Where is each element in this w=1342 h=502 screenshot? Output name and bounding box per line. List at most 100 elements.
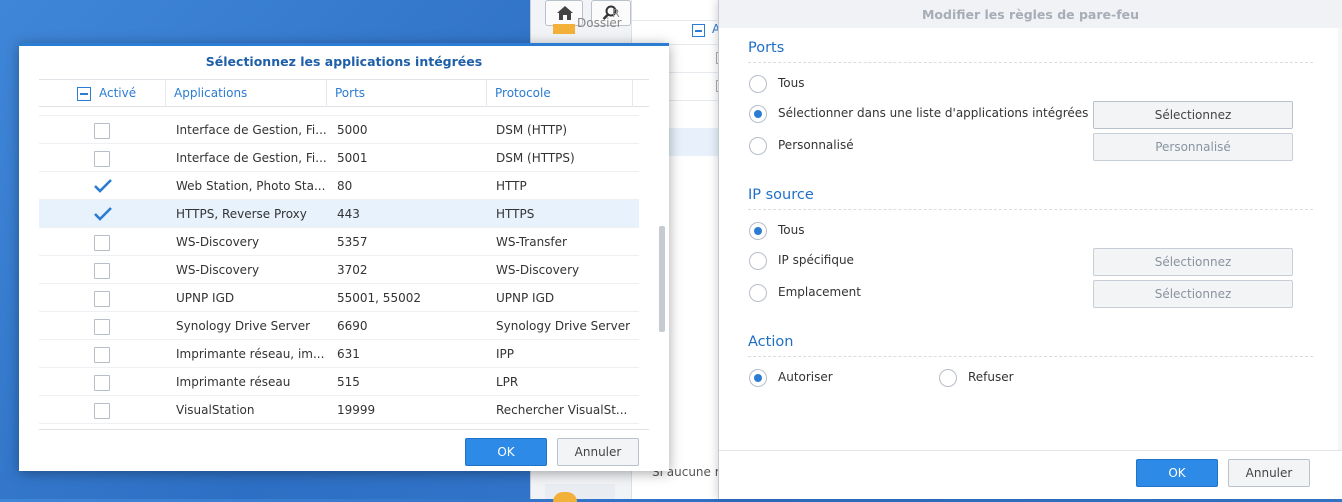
checkbox-checked[interactable]: [94, 179, 112, 195]
dialog-title: Modifier les règles de pare-feu: [921, 7, 1140, 22]
ok-button[interactable]: OK: [1136, 459, 1218, 487]
checkbox[interactable]: [94, 403, 110, 419]
cell-application: WS-Discovery: [176, 263, 260, 277]
cell-protocol: WS-Discovery: [496, 263, 580, 277]
select-all-checkbox[interactable]: [692, 24, 705, 37]
select-location-button[interactable]: Sélectionnez: [1093, 280, 1293, 308]
cell-ports: 55001, 55002: [337, 291, 421, 305]
table-row[interactable]: Imprimante réseau 515 LPR: [39, 368, 639, 396]
cell-protocol: HTTP: [496, 179, 527, 193]
radio-label: Autoriser: [778, 370, 833, 384]
folder-label: Dossier: [577, 16, 622, 30]
column-header-ports[interactable]: Ports: [327, 80, 487, 107]
select-apps-dialog: Sélectionnez les applications intégrées …: [19, 43, 669, 471]
section-divider: [748, 356, 1313, 357]
apps-table: Activé Applications Ports Protocole Inte…: [39, 79, 665, 429]
scrollbar-thumb[interactable]: [659, 226, 665, 332]
table-row[interactable]: Web Station, Photo Sta... 80 HTTP: [39, 172, 639, 200]
select-all-checkbox[interactable]: [77, 87, 91, 101]
cell-protocol: WS-Transfer: [496, 235, 567, 249]
radio-button[interactable]: [749, 75, 767, 93]
column-header-active[interactable]: Activé: [39, 80, 166, 107]
checkmark-icon: [94, 179, 112, 193]
column-header-protocol[interactable]: Protocole: [487, 80, 633, 107]
table-row[interactable]: Interface de Gestion, Fi... 5000 DSM (HTTP…: [39, 116, 639, 144]
checkbox[interactable]: [94, 263, 110, 279]
cell-protocol: IPP: [496, 347, 515, 361]
column-header-applications[interactable]: Applications: [166, 80, 327, 107]
section-divider: [748, 209, 1313, 210]
checkbox[interactable]: [94, 151, 110, 167]
column-header-label: Activé: [99, 86, 137, 100]
section-divider: [748, 62, 1313, 63]
table-row[interactable]: VisualStation 19999 Rechercher VisualSt...: [39, 396, 639, 424]
radio-label: Refuser: [968, 370, 1014, 384]
radio-label: Sélectionner dans une liste d'applicatio…: [778, 106, 1089, 120]
cell-ports: 515: [337, 375, 360, 389]
scrollbar-track[interactable]: [1338, 28, 1342, 450]
table-header: Activé Applications Ports Protocole: [39, 79, 649, 107]
checkmark-icon: [94, 207, 112, 221]
radio-button[interactable]: [939, 369, 957, 387]
radio-button[interactable]: [749, 222, 767, 240]
cell-ports: 631: [337, 347, 360, 361]
radio-label: Personnalisé: [778, 138, 854, 152]
cell-protocol: LPR: [496, 375, 519, 389]
cell-application: WS-Discovery: [176, 235, 260, 249]
cell-protocol: HTTPS: [496, 207, 535, 221]
cell-protocol: DSM (HTTP): [496, 123, 568, 137]
home-icon: [557, 6, 573, 20]
cell-protocol: Rechercher VisualSt...: [496, 403, 628, 417]
radio-label: IP spécifique: [778, 253, 854, 267]
cell-ports: 5357: [337, 235, 368, 249]
radio-label: Tous: [778, 223, 805, 237]
ports-heading: Ports: [748, 40, 785, 56]
ip-source-heading: IP source: [748, 187, 814, 203]
cell-application: UPNP IGD: [176, 291, 235, 305]
cell-ports: 19999: [337, 403, 376, 417]
checkbox[interactable]: [94, 319, 110, 335]
table-row[interactable]: HTTPS, Reverse Proxy 443 HTTPS: [39, 200, 639, 228]
footer-divider: [719, 450, 1342, 451]
checkbox[interactable]: [94, 375, 110, 391]
dialog-title: Sélectionnez les applications intégrées: [205, 54, 483, 69]
select-ip-button[interactable]: Sélectionnez: [1093, 248, 1293, 276]
cell-ports: 80: [337, 179, 353, 193]
table-row[interactable]: Interface de Gestion, Fi... 5001 DSM (HTTP…: [39, 144, 639, 172]
cell-protocol: UPNP IGD: [496, 291, 555, 305]
radio-button[interactable]: [749, 105, 767, 123]
checkbox[interactable]: [94, 123, 110, 139]
cell-protocol: Synology Drive Server: [496, 319, 631, 333]
dialog-titlebar: Modifier les règles de pare-feu: [719, 0, 1342, 28]
cell-application: Interface de Gestion, Fi...: [176, 123, 326, 137]
table-row[interactable]: WS-Discovery 3702 WS-Discovery: [39, 256, 639, 284]
checkbox[interactable]: [94, 347, 110, 363]
table-row[interactable]: UPNP IGD 55001, 55002 UPNP IGD: [39, 284, 639, 312]
cancel-button[interactable]: Annuler: [557, 438, 639, 466]
radio-button[interactable]: [749, 369, 767, 387]
app-icon[interactable]: [545, 484, 615, 502]
custom-ports-button[interactable]: Personnalisé: [1093, 133, 1293, 161]
cell-ports: 443: [337, 207, 360, 221]
cell-ports: 3702: [337, 263, 368, 277]
table-row[interactable]: Imprimante réseau, im... 631 IPP: [39, 340, 639, 368]
cell-protocol: DSM (HTTPS): [496, 151, 575, 165]
table-row-partial: [39, 108, 639, 116]
radio-button[interactable]: [749, 252, 767, 270]
table-body: Interface de Gestion, Fi... 5000 DSM (HTTP…: [39, 108, 639, 428]
cancel-button[interactable]: Annuler: [1228, 459, 1310, 487]
table-row[interactable]: WS-Discovery 5357 WS-Transfer: [39, 228, 639, 256]
ok-button[interactable]: OK: [465, 438, 547, 466]
checkbox[interactable]: [94, 235, 110, 251]
select-apps-button[interactable]: Sélectionnez: [1093, 101, 1293, 129]
cell-ports: 5001: [337, 151, 368, 165]
radio-button[interactable]: [749, 137, 767, 155]
cell-ports: 6690: [337, 319, 368, 333]
table-row[interactable]: Synology Drive Server 6690 Synology Drive …: [39, 312, 639, 340]
radio-label: Emplacement: [778, 285, 861, 299]
cell-application: VisualStation: [176, 403, 255, 417]
checkbox-checked[interactable]: [94, 207, 112, 223]
radio-button[interactable]: [749, 284, 767, 302]
cell-application: Imprimante réseau, im...: [176, 347, 325, 361]
checkbox[interactable]: [94, 291, 110, 307]
